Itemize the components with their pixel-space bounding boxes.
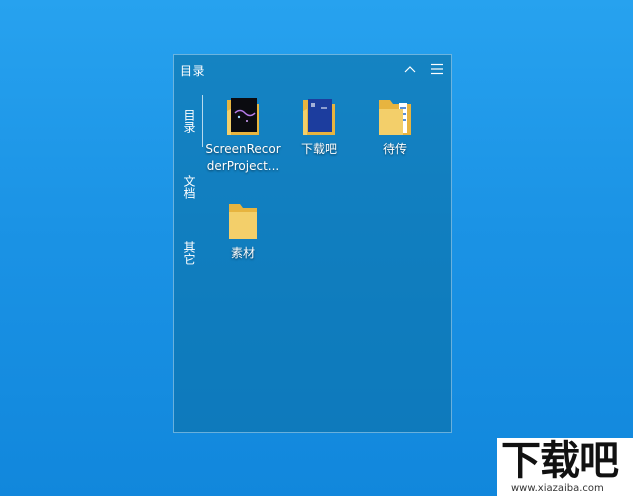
folder-item-screenrecorderproject[interactable]: ScreenRecorderProject... (205, 95, 281, 175)
tab-catalog[interactable]: 目录 (181, 109, 196, 133)
item-label: ScreenRecorderProject... (205, 142, 281, 173)
item-label: 素材 (230, 246, 255, 260)
panel-header: 目录 (174, 55, 451, 83)
panel-title: 目录 (180, 64, 206, 78)
chevron-up-icon[interactable] (402, 61, 418, 77)
folder-icon (229, 204, 257, 239)
active-tab-indicator (202, 95, 203, 147)
tab-documents[interactable]: 文档 (181, 175, 196, 199)
hamburger-menu-icon[interactable] (429, 61, 445, 77)
item-label: 下载吧 (300, 142, 337, 156)
folder-item-xiazaiba[interactable]: 下载吧 (281, 95, 357, 158)
side-tab-bar: 目录 文档 其它 (174, 83, 202, 423)
tab-other[interactable]: 其它 (181, 241, 196, 265)
folder-icon (227, 98, 259, 135)
watermark-logo: 下载吧 (501, 438, 619, 484)
watermark-url: www.xiazaiba.com (511, 483, 604, 494)
folder-icon (303, 99, 335, 135)
site-watermark: 下载吧 www.xiazaiba.com (497, 438, 633, 496)
folder-item-daichuan[interactable]: 待传 (357, 95, 433, 158)
item-label: 待传 (382, 142, 407, 156)
folder-item-sucai[interactable]: 素材 (205, 199, 281, 262)
folder-icon (379, 100, 411, 135)
fences-panel: 目录 目录 文档 其它 ScreenRecorderProject... 下载吧… (173, 54, 452, 433)
